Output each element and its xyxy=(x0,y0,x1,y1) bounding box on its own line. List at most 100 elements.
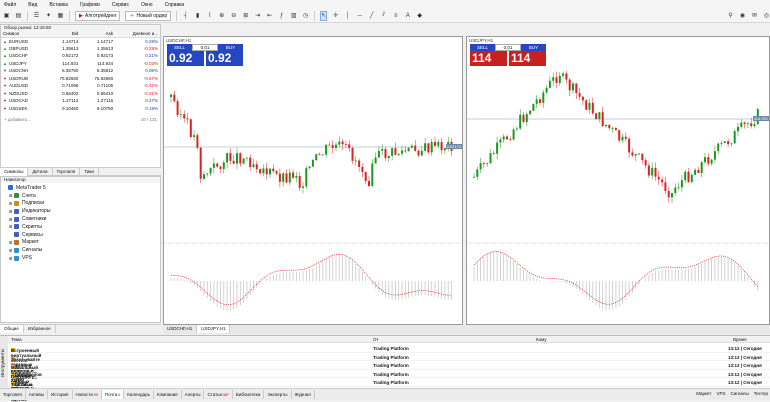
mail-row[interactable]: Торговые сигналы и копирование сделок Tr… xyxy=(8,378,770,402)
data-window-icon[interactable]: ▦ xyxy=(57,11,64,21)
zoom-in-icon[interactable]: ⊕ xyxy=(218,11,225,21)
mail-row[interactable]: Заказывайте торговых роботов у фрилансер… xyxy=(8,353,770,392)
menu-charts[interactable]: Графики xyxy=(80,2,100,8)
market-watch-icon[interactable]: ☰ xyxy=(33,11,40,21)
chart-usdjpy[interactable]: USDJPY,H1 SELL 0.01 BUY 114 931 114 934 … xyxy=(466,36,770,325)
menu-view[interactable]: Вид xyxy=(28,2,37,8)
toolbox-tab[interactable]: Компания xyxy=(154,390,182,399)
navigator-item[interactable]: ⊞ Сигналы xyxy=(3,246,158,254)
menu-help[interactable]: Справка xyxy=(165,2,185,8)
tester-link[interactable]: Тестер xyxy=(754,391,768,396)
navigator-item[interactable]: ⊞ Скрипты xyxy=(3,223,158,231)
navigator-item[interactable]: ⊞ Маркет xyxy=(3,239,158,247)
menu-insert[interactable]: Вставка xyxy=(49,2,68,8)
tab-chart-usdchf[interactable]: USDCHF,H1 xyxy=(163,325,198,333)
templates-icon[interactable]: ▥ xyxy=(290,11,297,21)
tab-trading[interactable]: Торговля xyxy=(53,168,81,176)
mail-time: 13:12 | Сегодня xyxy=(728,380,762,386)
new-order-button[interactable]: ＋ Новый ордер xyxy=(125,10,172,21)
navigator-icon[interactable]: ✦ xyxy=(45,11,52,21)
toolbox-tab[interactable]: История xyxy=(48,390,73,399)
col-from[interactable]: От xyxy=(373,337,379,342)
tab-symbols[interactable]: Символы xyxy=(0,168,29,176)
market-watch-row[interactable]: ▼ NZDUSD 0.66402 0.66410 -0.21% xyxy=(1,90,160,98)
candles-icon[interactable]: ▮ xyxy=(194,11,201,21)
tab-details[interactable]: Детали xyxy=(28,168,53,176)
market-watch-row[interactable]: ▲ USDJPY 114.931 114.934 -0.03% xyxy=(1,60,160,68)
tile-windows-icon[interactable]: ⊞ xyxy=(242,11,249,21)
toolbox-tab[interactable]: Активы xyxy=(26,390,49,399)
market-watch-row[interactable]: ▼ USDCAD 1.27112 1.27116 0.27% xyxy=(1,97,160,105)
menu-window[interactable]: Окно xyxy=(141,2,153,8)
toolbox-tab[interactable]: Календарь xyxy=(124,390,154,399)
toolbox-tab[interactable]: Журнал xyxy=(292,390,315,399)
col-to[interactable]: Кому xyxy=(536,337,547,342)
market-watch-row[interactable]: ▼ USDRUB 75.82660 75.92660 -0.67% xyxy=(1,75,160,83)
market-watch-row[interactable]: ▼ USDSEK 9.10460 9.10750 0.19% xyxy=(1,105,160,113)
vertical-line-icon[interactable]: │ xyxy=(344,11,351,21)
signals-link[interactable]: Сигналы xyxy=(730,391,748,396)
toolbox-tab[interactable]: Эксперты xyxy=(264,390,292,399)
add-symbol-link[interactable]: + добавить... xyxy=(4,117,31,122)
navigator-item[interactable]: ⊞ VPS xyxy=(3,254,158,262)
tab-chart-usdjpy[interactable]: USDJPY,H1 xyxy=(197,325,231,333)
search-icon[interactable]: ⚲ xyxy=(727,11,734,21)
market-watch-row[interactable]: ▲ USDCHF 0.92172 0.92173 0.21% xyxy=(1,52,160,60)
shapes-icon[interactable]: ◆ xyxy=(416,11,423,21)
navigator-item[interactable]: Сервисы xyxy=(3,231,158,239)
equidistant-channel-icon[interactable]: ⫽ xyxy=(380,11,387,21)
navigator-item-label: VPS xyxy=(22,255,33,262)
mail-row[interactable]: Встроенный виртуальный хостинг — торговл… xyxy=(8,344,770,383)
chart-shift-icon[interactable]: ⇤ xyxy=(266,11,273,21)
chart-usdchf[interactable]: USDCHF,H1 SELL 0.01 BUY 0.92 172 0.92 17… xyxy=(163,36,463,325)
indicators-list-icon[interactable]: ƒ xyxy=(278,11,285,21)
col-time[interactable]: Время xyxy=(733,337,747,342)
signals-toolbar-icon[interactable]: ◎ xyxy=(763,11,770,21)
menu-tools[interactable]: Сервис xyxy=(112,2,129,8)
toolbox-tab[interactable]: Алерты xyxy=(182,390,205,399)
toolbox-tab[interactable]: Статьи987 xyxy=(204,390,233,399)
algo-trading-button[interactable]: ▶ Алготрейдинг xyxy=(75,10,121,21)
mail-row[interactable]: Мобильный трейдинг — торгуйте из любого … xyxy=(8,361,770,400)
vps-link[interactable]: VPS xyxy=(716,391,725,396)
navigator-item[interactable]: ⊞ Индикаторы xyxy=(3,207,158,215)
tab-ticks[interactable]: Тики xyxy=(80,168,99,176)
ask-cell: 9.10750 xyxy=(96,105,114,111)
menu-file[interactable]: Файл xyxy=(4,2,16,8)
crosshair-icon[interactable]: ✛ xyxy=(332,11,339,21)
periods-icon[interactable]: ◷ xyxy=(302,11,309,21)
bar-chart-icon[interactable]: ┤ xyxy=(182,11,189,21)
tab-common[interactable]: Общие xyxy=(0,325,24,333)
market-watch-tabs: Символы Детали Торговля Тики xyxy=(0,167,161,176)
text-icon[interactable]: A xyxy=(404,11,411,21)
market-link[interactable]: Маркет xyxy=(696,391,711,396)
fibonacci-icon[interactable]: ≡ xyxy=(392,11,399,21)
market-watch-row[interactable]: ▲ EURUSD 1.14714 1.14717 0.28% xyxy=(1,37,160,45)
toolbox-tab[interactable]: Новости99 xyxy=(73,390,102,399)
navigator-item[interactable]: ⊞ Подписки xyxy=(3,200,158,208)
zoom-out-icon[interactable]: ⊖ xyxy=(230,11,237,21)
cursor-icon[interactable]: ↖ xyxy=(320,10,328,21)
col-topic[interactable]: Тема xyxy=(11,337,22,342)
profiles-icon[interactable]: ▤ xyxy=(15,11,22,21)
market-watch-row[interactable]: ▼ AUDUSD 0.71096 0.71105 -0.42% xyxy=(1,82,160,90)
new-chart-icon[interactable]: ▣ xyxy=(3,11,10,21)
trendline-icon[interactable]: ╱ xyxy=(368,11,375,21)
tab-favorites[interactable]: Избранное xyxy=(24,325,56,333)
toolbox-tab[interactable]: Библиотека xyxy=(233,390,265,399)
toolbox-tab[interactable]: Почта6 xyxy=(101,390,125,399)
mail-row[interactable]: Покупайте готовых роботов и индикаторы в… xyxy=(8,370,770,399)
market-watch-row[interactable]: ▼ USDCNH 6.35750 6.35812 0.06% xyxy=(1,67,160,75)
chat-icon[interactable]: ✉ xyxy=(751,11,758,21)
bid-cell: 6.35750 xyxy=(62,68,79,74)
line-chart-icon[interactable]: ⌇ xyxy=(206,11,213,21)
autoscroll-icon[interactable]: ⇥ xyxy=(254,11,261,21)
navigator-item[interactable]: ⊞ Счета xyxy=(3,192,158,200)
navigator-item[interactable]: MetaTrader 5 xyxy=(3,184,158,192)
account-icon[interactable]: ◉ xyxy=(739,11,746,21)
market-watch-row[interactable]: ▲ GBPUSD 1.35613 1.35613 -0.29% xyxy=(1,45,160,53)
ask-cell: 0.71105 xyxy=(97,83,114,89)
toolbox-tab[interactable]: Торговля xyxy=(0,390,26,399)
navigator-item[interactable]: ⊞ Советники xyxy=(3,215,158,223)
horizontal-line-icon[interactable]: ─ xyxy=(356,11,363,21)
